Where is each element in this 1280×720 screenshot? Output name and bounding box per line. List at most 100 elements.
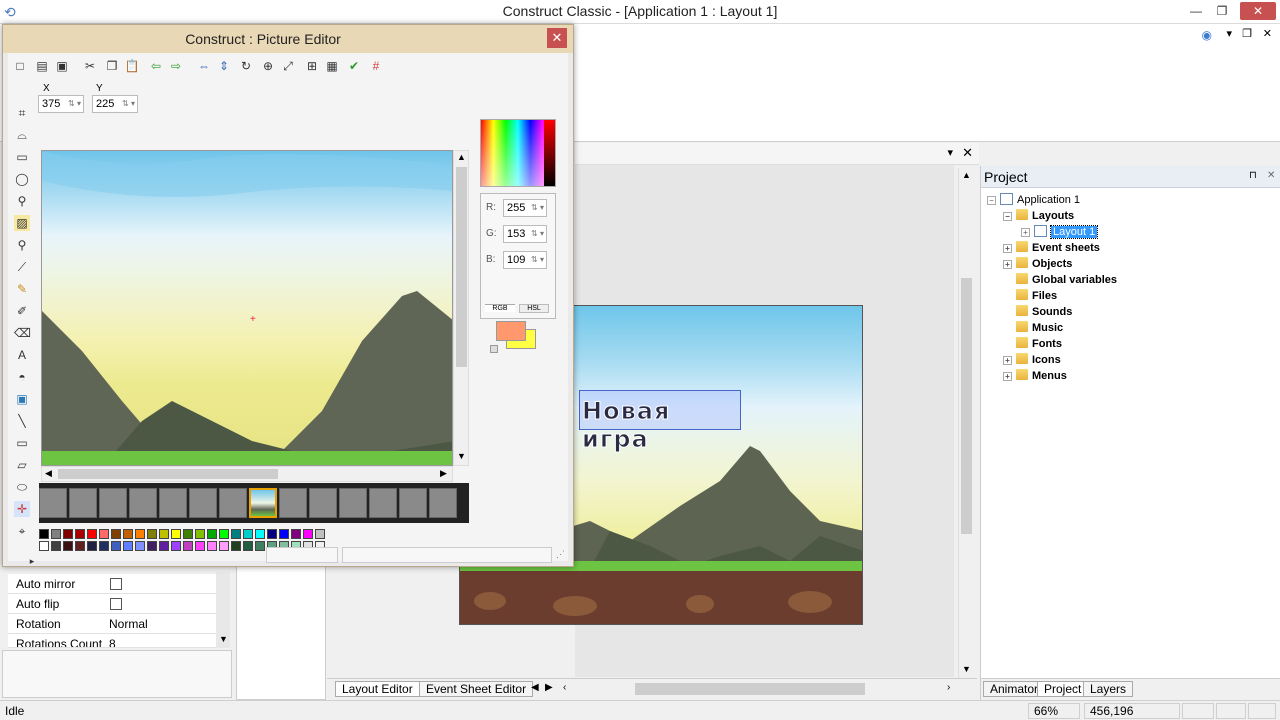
polygon-tool-icon[interactable]: ▱ [14, 457, 30, 473]
swatch[interactable] [291, 529, 301, 539]
swatch[interactable] [63, 541, 73, 551]
brightness-slider[interactable] [544, 120, 555, 186]
x-input[interactable]: 375 ⇅ ▾ [38, 95, 84, 113]
spinner-icon[interactable]: ⇅ ▾ [531, 200, 544, 216]
current-frame[interactable] [249, 488, 277, 518]
copy-icon[interactable]: ❐ [104, 58, 120, 74]
y-input[interactable]: 225 ⇅ ▾ [92, 95, 138, 113]
expand-icon[interactable]: + [1003, 244, 1012, 253]
scroll-thumb[interactable] [58, 469, 278, 479]
hotspot-tool-icon[interactable]: ✛ [14, 501, 30, 517]
frame-slot[interactable] [369, 488, 397, 518]
hscroll-thumb[interactable] [635, 683, 865, 695]
layout-vertical-scrollbar[interactable]: ▲ ▼ [958, 168, 974, 678]
scroll-down-icon[interactable]: ▼ [457, 451, 466, 461]
swatch[interactable] [39, 541, 49, 551]
resize-grip-icon[interactable]: ⋰ [556, 549, 565, 560]
scroll-up-icon[interactable]: ▲ [457, 152, 466, 162]
frame-slot[interactable] [99, 488, 127, 518]
expand-icon[interactable]: + [1003, 260, 1012, 269]
canvas-horizontal-scrollbar[interactable]: ◀ ▶ [41, 466, 453, 482]
picture-editor-titlebar[interactable]: Construct : Picture Editor ✕ [3, 25, 573, 53]
tab-project[interactable]: Project [1037, 681, 1089, 697]
ribbon-minimize-button[interactable]: ▾ [1226, 27, 1232, 40]
frame-slot[interactable] [159, 488, 187, 518]
minimize-button[interactable]: — [1184, 2, 1208, 20]
image-points-icon[interactable]: ▦ [324, 58, 340, 74]
tree-item-event-sheets[interactable]: + Event sheets [987, 240, 1277, 256]
swatch[interactable] [111, 529, 121, 539]
rotate-icon[interactable]: ↻ [238, 58, 254, 74]
swatch[interactable] [147, 529, 157, 539]
tree-item-objects[interactable]: + Objects [987, 256, 1277, 272]
frame-slot[interactable] [69, 488, 97, 518]
picture-canvas[interactable]: + [41, 150, 453, 466]
hotspot-icon[interactable]: ⊞ [304, 58, 320, 74]
crop-icon[interactable]: ⊕ [260, 58, 276, 74]
swatch[interactable] [207, 529, 217, 539]
doc-close-icon[interactable]: ✕ [962, 145, 973, 161]
swatch[interactable] [183, 529, 193, 539]
close-button[interactable]: ✕ [1240, 2, 1276, 20]
swatch[interactable] [39, 529, 49, 539]
maximize-button[interactable]: ❐ [1210, 2, 1234, 20]
scroll-right-icon[interactable]: ▶ [440, 468, 447, 479]
rotations-count-value[interactable]: 8 [109, 634, 116, 647]
paste-icon[interactable]: 📋 [124, 58, 140, 74]
swatch[interactable] [99, 541, 109, 551]
rectangle-tool-icon[interactable]: ▭ [14, 435, 30, 451]
scroll-thumb[interactable] [961, 278, 972, 534]
frame-slot[interactable] [339, 488, 367, 518]
grid-icon[interactable]: # [368, 58, 384, 74]
scroll-left-icon[interactable]: ◀ [45, 468, 52, 479]
auto-mirror-checkbox[interactable] [110, 578, 122, 590]
swatch[interactable] [147, 541, 157, 551]
zoom-tool-icon[interactable]: ⚲ [14, 237, 30, 253]
image-tool-icon[interactable]: ▨ [14, 215, 30, 231]
tree-item-fonts[interactable]: Fonts [987, 336, 1277, 352]
pencil-icon[interactable]: ✎ [14, 281, 30, 297]
tree-item-layout-1[interactable]: + Layout 1 [987, 224, 1277, 240]
frame-slot[interactable] [429, 488, 457, 518]
swatch[interactable] [279, 529, 289, 539]
swatch[interactable] [183, 541, 193, 551]
expand-icon[interactable]: + [1021, 228, 1030, 237]
swatch[interactable] [87, 529, 97, 539]
spinner-icon[interactable]: ⇅ ▾ [531, 252, 544, 268]
fill-icon[interactable]: ◓ [14, 369, 30, 385]
swatch[interactable] [171, 541, 181, 551]
rect-select-icon[interactable]: ▭ [14, 149, 30, 165]
swatch[interactable] [123, 529, 133, 539]
eraser-icon[interactable]: ⌫ [14, 325, 31, 341]
resize-icon[interactable]: ⤢ [280, 58, 296, 74]
tree-item-icons[interactable]: + Icons [987, 352, 1277, 368]
swatch[interactable] [99, 529, 109, 539]
new-icon[interactable]: □ [12, 58, 28, 74]
spinner-icon[interactable]: ⇅ ▾ [68, 96, 81, 112]
ellipse-select-icon[interactable]: ◯ [14, 171, 30, 187]
swatch[interactable] [135, 541, 145, 551]
swatch[interactable] [255, 529, 265, 539]
scroll-thumb[interactable] [456, 167, 467, 367]
swatch[interactable] [243, 541, 253, 551]
canvas-vertical-scrollbar[interactable]: ▲ ▼ [453, 150, 469, 466]
tree-item-application[interactable]: − Application 1 [987, 192, 1277, 208]
frame-slot[interactable] [39, 488, 67, 518]
line-tool-icon[interactable]: ╲ [14, 413, 30, 429]
tab-hsl[interactable]: HSL [519, 304, 549, 313]
tab-layers[interactable]: Layers [1083, 681, 1134, 697]
frame-slot[interactable] [219, 488, 247, 518]
select-tool-icon[interactable]: ⌗ [14, 105, 30, 121]
lasso-tool-icon[interactable]: ⌓ [14, 127, 30, 143]
props-scrollbar[interactable]: ▼ [216, 572, 230, 648]
flip-vertical-icon[interactable]: ⇕ [216, 58, 232, 74]
swatch[interactable] [75, 529, 85, 539]
frame-slot[interactable] [309, 488, 337, 518]
help-icon[interactable]: ◉ [1202, 28, 1212, 42]
swatch[interactable] [159, 541, 169, 551]
swatch[interactable] [207, 541, 217, 551]
tab-event-sheet-editor[interactable]: Event Sheet Editor [419, 681, 534, 697]
text-tool-icon[interactable]: A [14, 347, 30, 363]
expand-arrow-icon[interactable]: ▸ [24, 553, 40, 569]
auto-flip-checkbox[interactable] [110, 598, 122, 610]
